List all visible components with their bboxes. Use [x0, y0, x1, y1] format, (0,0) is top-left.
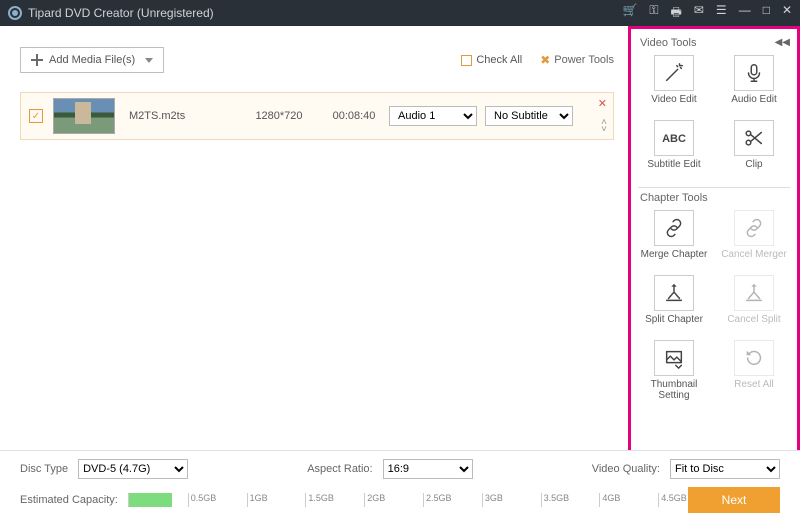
thumbnail-setting-button[interactable]: Thumbnail Setting: [638, 340, 710, 401]
capacity-label: Estimated Capacity:: [20, 494, 128, 506]
split-icon: [734, 275, 774, 311]
capacity-tick: 2GB: [364, 493, 365, 507]
file-duration: 00:08:40: [319, 110, 389, 122]
check-all-label: Check All: [476, 54, 522, 66]
video-quality-label: Video Quality:: [592, 463, 660, 475]
thumb-icon: [654, 340, 694, 376]
tool-label: Cancel Split: [718, 314, 790, 336]
tool-label: Clip: [718, 159, 790, 181]
capacity-tick: 0.5GB: [188, 493, 189, 507]
link-icon: [654, 210, 694, 246]
capacity-tick: 1GB: [247, 493, 248, 507]
capacity-bar: 0.5GB 1GB 1.5GB 2GB 2.5GB 3GB 3.5GB 4GB 4.5GB: [128, 493, 670, 507]
capacity-tick: 4GB: [599, 493, 600, 507]
app-logo-icon: [8, 6, 22, 20]
svg-text:ABC: ABC: [662, 133, 686, 145]
plus-icon: [31, 54, 43, 66]
title-bar: Tipard DVD Creator (Unregistered) 🛒 ⚿ 🖶 …: [0, 0, 800, 26]
tool-label: Video Edit: [638, 94, 710, 116]
sidebar-divider: [638, 187, 790, 188]
tool-label: Merge Chapter: [638, 249, 710, 271]
app-title: Tipard DVD Creator (Unregistered): [28, 6, 622, 20]
reset-icon: [734, 340, 774, 376]
disc-type-label: Disc Type: [20, 463, 68, 475]
file-name: M2TS.m2ts: [129, 110, 239, 122]
reset-all-button: Reset All: [718, 340, 790, 401]
file-resolution: 1280*720: [239, 110, 319, 122]
aspect-ratio-select[interactable]: 16:9: [383, 459, 473, 479]
mic-icon: [734, 55, 774, 91]
merge-chapter-button[interactable]: Merge Chapter: [638, 210, 710, 271]
cancel-split-button: Cancel Split: [718, 275, 790, 336]
disc-type-select[interactable]: DVD-5 (4.7G): [78, 459, 188, 479]
minimize-icon[interactable]: —: [739, 3, 751, 24]
add-media-label: Add Media File(s): [49, 54, 135, 66]
reorder-handle-icon[interactable]: ˄˅: [601, 119, 607, 133]
next-button[interactable]: Next: [688, 487, 780, 513]
video-thumbnail[interactable]: [53, 98, 115, 134]
media-file-row[interactable]: ✓ M2TS.m2ts 1280*720 00:08:40 Audio 1 No…: [20, 92, 614, 140]
power-tools-button[interactable]: ✖ Power Tools: [540, 53, 614, 67]
tool-label: Split Chapter: [638, 314, 710, 336]
capacity-tick: 2.5GB: [423, 493, 424, 507]
audio-track-select[interactable]: Audio 1: [389, 106, 477, 126]
link-icon: [734, 210, 774, 246]
maximize-icon[interactable]: □: [763, 3, 770, 24]
toolbar: Add Media File(s) Check All ✖ Power Tool…: [20, 46, 614, 74]
aspect-ratio-label: Aspect Ratio:: [307, 463, 372, 475]
print-icon[interactable]: 🖶: [671, 3, 682, 24]
scissors-icon: [734, 120, 774, 156]
abc-icon: ABC: [654, 120, 694, 156]
tool-label: Subtitle Edit: [638, 159, 710, 181]
bottom-bar: Disc Type DVD-5 (4.7G) Aspect Ratio: 16:…: [0, 450, 800, 514]
mail-icon[interactable]: ✉: [694, 3, 704, 24]
dropdown-caret-icon: [145, 58, 153, 63]
key-icon[interactable]: ⚿: [649, 3, 658, 24]
chapter-tools-header: Chapter Tools: [640, 192, 790, 204]
video-tools-header: Video Tools ◀◀: [640, 37, 790, 49]
tool-label: Reset All: [718, 379, 790, 401]
subtitle-edit-button[interactable]: ABC Subtitle Edit: [638, 120, 710, 181]
window-controls: 🛒 ⚿ 🖶 ✉ ☰ — □ ✕: [622, 3, 792, 24]
collapse-sidebar-icon[interactable]: ◀◀: [775, 37, 790, 49]
tool-label: Audio Edit: [718, 94, 790, 116]
tool-label: Thumbnail Setting: [638, 379, 710, 401]
split-icon: [654, 275, 694, 311]
remove-row-icon[interactable]: ✕: [598, 97, 607, 110]
tool-label: Cancel Merger: [718, 249, 790, 271]
clip-button[interactable]: Clip: [718, 120, 790, 181]
checkbox-icon: [461, 55, 472, 66]
menu-icon[interactable]: ☰: [716, 3, 727, 24]
close-icon[interactable]: ✕: [782, 3, 792, 24]
capacity-tick: 4.5GB: [658, 493, 659, 507]
capacity-tick: 3GB: [482, 493, 483, 507]
video-quality-select[interactable]: Fit to Disc: [670, 459, 780, 479]
split-chapter-button[interactable]: Split Chapter: [638, 275, 710, 336]
cart-icon[interactable]: 🛒: [622, 3, 637, 24]
subtitle-select[interactable]: No Subtitle: [485, 106, 573, 126]
capacity-tick: 1.5GB: [305, 493, 306, 507]
capacity-tick: 3.5GB: [541, 493, 542, 507]
audio-edit-button[interactable]: Audio Edit: [718, 55, 790, 116]
video-edit-button[interactable]: Video Edit: [638, 55, 710, 116]
row-checkbox[interactable]: ✓: [29, 109, 43, 123]
cancel-merger-button: Cancel Merger: [718, 210, 790, 271]
wand-icon: [654, 55, 694, 91]
main-panel: Add Media File(s) Check All ✖ Power Tool…: [0, 26, 628, 450]
add-media-button[interactable]: Add Media File(s): [20, 47, 164, 73]
tools-sidebar: Video Tools ◀◀ Video Edit Audio Edit ABC Su…: [628, 26, 800, 450]
wrench-icon: ✖: [540, 53, 550, 67]
power-tools-label: Power Tools: [554, 54, 614, 66]
check-all-toggle[interactable]: Check All: [461, 54, 522, 66]
